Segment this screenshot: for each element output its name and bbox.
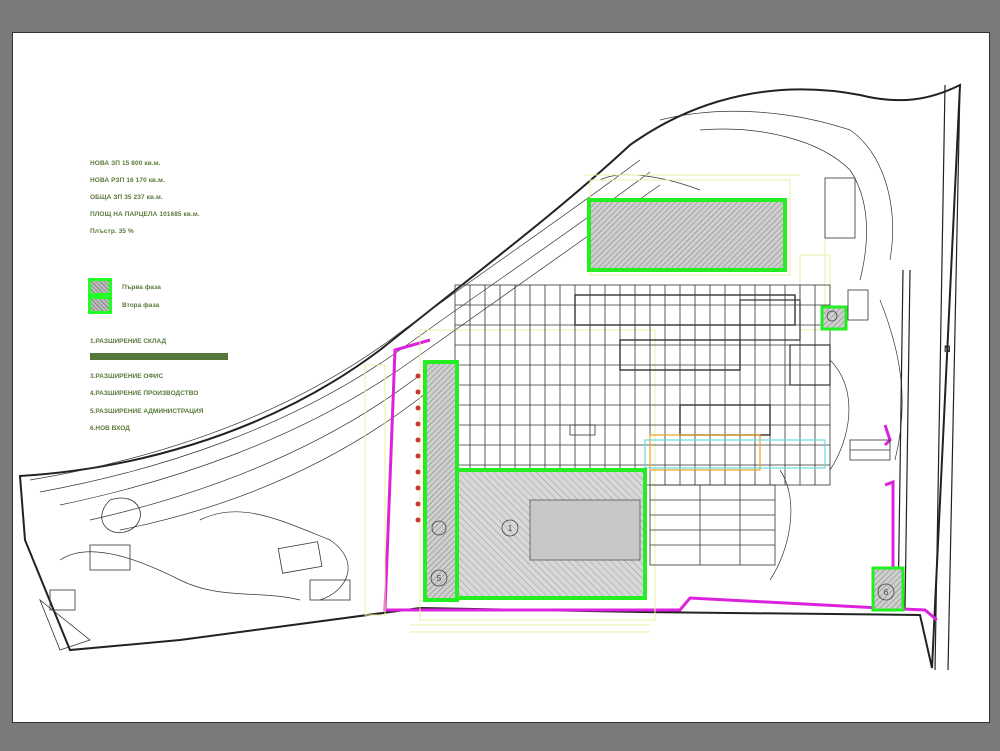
expansion-4: 4.РАЗШИРЕНИЕ ПРОИЗВОДСТВО xyxy=(90,390,199,397)
north-arrow: N xyxy=(944,344,951,354)
phase1-block-north xyxy=(587,198,787,272)
info-new-built-area: НОВА ЗП 15 800 кв.м. xyxy=(90,160,161,167)
expansion-1: 1.РАЗШИРЕНИЕ СКЛАД xyxy=(90,338,167,345)
expansion-6: 6.НОВ ВХОД xyxy=(90,425,130,432)
phase2-inner xyxy=(529,499,641,561)
legend-phase1-label: Първа фаза xyxy=(122,283,161,291)
info-new-gross-area: НОВА РЗП 16 170 кв.м. xyxy=(90,177,165,184)
project-info: НОВА ЗП 15 800 кв.м. НОВА РЗП 16 170 кв.… xyxy=(90,160,200,245)
legend-phase2-swatch xyxy=(88,296,112,314)
marker-5: 5 xyxy=(437,574,442,583)
info-plot-area: ПЛОЩ НА ПАРЦЕЛА 101685 кв.м. xyxy=(90,211,200,218)
marker-1: 1 xyxy=(508,524,513,533)
expansion-5: 5.РАЗШИРЕНИЕ АДМИНИСТРАЦИЯ xyxy=(90,408,204,415)
expansion-1-bar xyxy=(90,353,228,360)
legend-phase2: Втора фаза xyxy=(88,296,159,314)
internal-road-2 xyxy=(883,424,892,447)
legend-phase2-label: Втора фаза xyxy=(122,301,160,309)
info-density: Плъстр. 35 % xyxy=(90,228,134,235)
expansion-3: 3.РАЗШИРЕНИЕ ОФИС xyxy=(90,373,164,380)
info-total-built-area: ОБЩА ЗП 35 237 кв.м. xyxy=(90,194,163,201)
legend-phase1-swatch xyxy=(88,278,112,296)
legend-phase1: Първа фаза xyxy=(88,278,161,296)
marker-6: 6 xyxy=(884,588,889,597)
east-road xyxy=(897,84,961,671)
building-grid xyxy=(454,284,831,486)
phase1-block-entry xyxy=(820,305,848,331)
phase1-block-warehouse xyxy=(423,360,459,602)
